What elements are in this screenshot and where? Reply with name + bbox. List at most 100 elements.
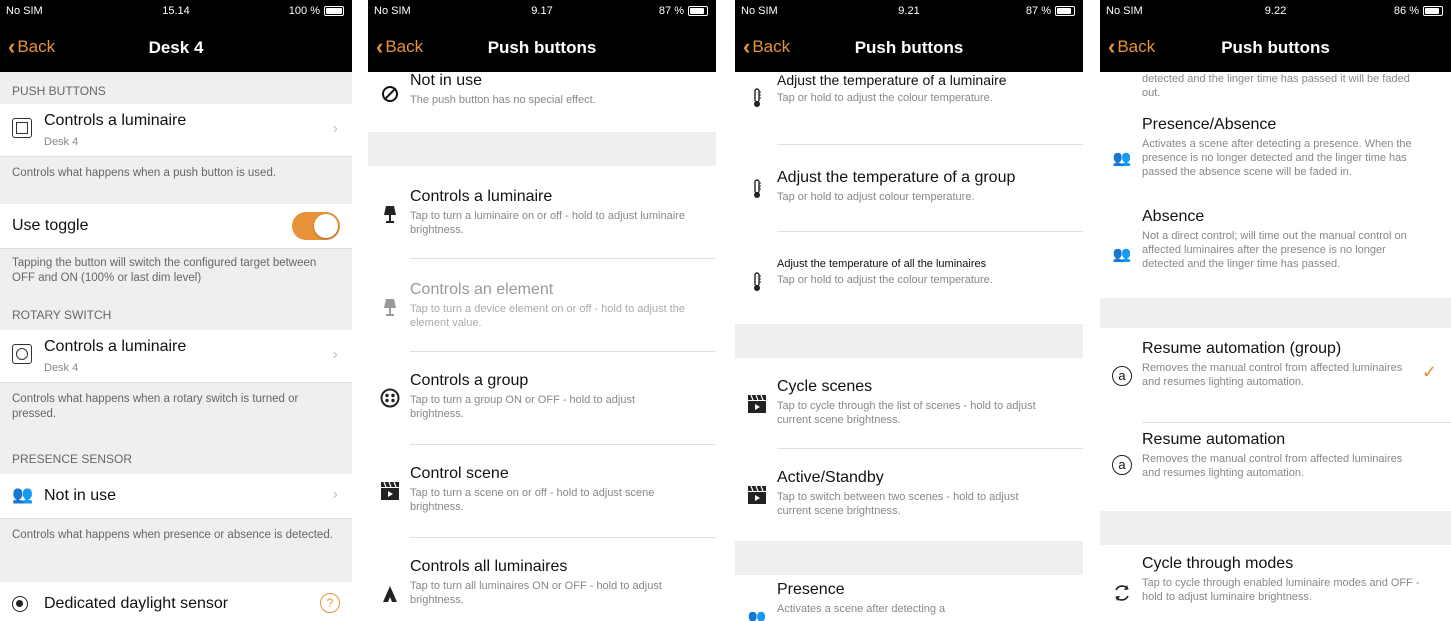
help-icon[interactable]: ?: [320, 593, 340, 613]
option-title: Absence: [1142, 208, 1205, 225]
battery-label: 100 %: [288, 5, 320, 17]
option-description: Tap to turn a luminaire on or off - hold…: [410, 210, 685, 236]
option-presence[interactable]: 👥 Presence Activates a scene after detect…: [735, 575, 1083, 621]
options-list: Adjust the temperature of a luminaire Tap…: [735, 72, 1083, 621]
option-presence-partial[interactable]: detected and the linger time has passed …: [1100, 72, 1451, 106]
battery-indicator: 87 %: [659, 5, 708, 17]
rotary-switch-subtitle: Desk 4: [44, 362, 79, 374]
battery-label: 87 %: [658, 5, 684, 17]
option-description: The push button has no special effect.: [410, 94, 596, 106]
absence-icon: 👥: [1112, 246, 1132, 263]
status-bar: No SIM 15.14 100 %: [0, 0, 352, 24]
section-header-push-buttons: PUSH BUTTONS: [12, 84, 106, 98]
option-description: Tap or hold to adjust the colour tempera…: [777, 274, 993, 286]
battery-indicator: 86 %: [1394, 5, 1443, 17]
option-temperature-all[interactable]: Adjust the temperature of all the lumina…: [735, 232, 1083, 324]
section-gap: [1100, 511, 1451, 545]
settings-list: PUSH BUTTONS Controls a luminaire Desk 4…: [0, 72, 352, 621]
option-controls-all-luminaires[interactable]: Controls all luminaires Tap to turn all l…: [368, 538, 716, 621]
option-title: Adjust the temperature of a luminaire: [777, 72, 1007, 88]
option-title: Controls a group: [410, 372, 529, 389]
push-button-icon: [12, 118, 32, 138]
rotary-switch-row[interactable]: Controls a luminaire Desk 4 ›: [0, 330, 352, 383]
option-title: Control scene: [410, 465, 509, 482]
screen-desk-4: No SIM 15.14 100 % ‹ Back Desk 4 PUSH BUT…: [0, 0, 352, 621]
options-list: detected and the linger time has passed …: [1100, 72, 1451, 621]
option-title: Presence: [777, 581, 845, 598]
option-absence[interactable]: 👥 Absence Not a direct control; will time…: [1100, 202, 1451, 296]
section-gap: [1100, 298, 1451, 328]
nav-bar: ‹ Back Push buttons: [735, 24, 1083, 72]
rotary-switch-icon: [12, 344, 32, 364]
use-toggle-label: Use toggle: [12, 217, 89, 234]
push-button-footer: Controls what happens when a push button…: [12, 167, 277, 179]
option-temperature-group[interactable]: Adjust the temperature of a group Tap or …: [735, 145, 1083, 231]
presence-sensor-footer: Controls what happens when presence or a…: [12, 529, 333, 541]
use-toggle-switch[interactable]: [292, 212, 340, 240]
option-controls-group[interactable]: Controls a group Tap to turn a group ON o…: [368, 352, 716, 444]
option-cycle-through-modes[interactable]: Cycle through modes Tap to cycle through …: [1100, 545, 1451, 621]
page-title: Desk 4: [148, 38, 204, 57]
option-description: Removes the manual control from affected…: [1142, 362, 1403, 388]
option-active-standby[interactable]: Active/Standby Tap to switch between two …: [735, 449, 1083, 541]
option-title: Adjust the temperature of all the lumina…: [777, 258, 987, 270]
daylight-sensor-row[interactable]: Dedicated daylight sensor ?: [0, 582, 352, 621]
option-controls-element[interactable]: Controls an element Tap to turn a device …: [368, 259, 716, 351]
daylight-sensor-title: Dedicated daylight sensor: [44, 595, 229, 612]
option-title: Adjust the temperature of a group: [777, 169, 1016, 186]
section-gap: [735, 541, 1083, 575]
option-control-scene[interactable]: Control scene Tap to turn a scene on or o…: [368, 445, 716, 537]
use-toggle-footer: Tapping the button will switch the confi…: [12, 257, 317, 284]
luminaire-icon: [378, 202, 402, 226]
scene-icon: [378, 479, 402, 503]
status-bar: No SIM 9.21 87 %: [735, 0, 1083, 24]
battery-label: 86 %: [1393, 5, 1419, 17]
option-description: Tap to cycle through the list of scenes …: [777, 400, 1036, 426]
nav-bar: ‹ Back Push buttons: [1100, 24, 1451, 72]
option-description: Tap or hold to adjust the colour tempera…: [777, 92, 993, 104]
screen-push-buttons-3: No SIM 9.22 86 % ‹ Back Push buttons dete…: [1100, 0, 1451, 621]
push-button-subtitle: Desk 4: [44, 136, 79, 148]
battery-indicator: 87 %: [1026, 5, 1075, 17]
option-description: Tap to turn a device element on or off -…: [410, 303, 685, 329]
option-not-in-use[interactable]: Not in use The push button has no special…: [368, 72, 716, 132]
option-description: Removes the manual control from affected…: [1142, 453, 1403, 479]
automation-icon: a: [1110, 364, 1134, 388]
chevron-right-icon: ›: [332, 120, 338, 137]
cycle-icon: [1110, 581, 1134, 605]
presence-sensor-row[interactable]: 👥 Not in use ›: [0, 474, 352, 519]
nav-bar: ‹ Back Desk 4: [0, 24, 352, 72]
page-title: Push buttons: [487, 38, 597, 57]
option-temperature-luminaire[interactable]: Adjust the temperature of a luminaire Tap…: [735, 72, 1083, 144]
option-title: Resume automation (group): [1142, 340, 1342, 357]
page-title: Push buttons: [1221, 38, 1330, 57]
automation-icon: a: [1110, 453, 1134, 477]
option-title: Controls all luminaires: [410, 558, 568, 575]
presence-icon: 👥: [1112, 150, 1132, 167]
status-bar: No SIM 9.22 86 %: [1100, 0, 1451, 24]
option-resume-automation-group[interactable]: a Resume automation (group) Removes the m…: [1100, 328, 1451, 422]
section-gap: [368, 132, 716, 166]
option-cycle-scenes[interactable]: Cycle scenes Tap to cycle through the lis…: [735, 358, 1083, 448]
option-description: Tap or hold to adjust colour temperature…: [777, 191, 975, 203]
element-icon: [378, 295, 402, 319]
group-icon: [378, 386, 402, 410]
option-resume-automation[interactable]: a Resume automation Removes the manual co…: [1100, 423, 1451, 511]
option-description: Activates a scene after detecting a pres…: [1142, 138, 1412, 178]
scene-icon: [745, 483, 769, 507]
battery-label: 87 %: [1025, 5, 1051, 17]
option-title: Controls an element: [410, 281, 554, 298]
option-description: Tap to switch between two scenes - hold …: [777, 491, 1019, 517]
status-bar: No SIM 9.17 87 %: [368, 0, 716, 24]
option-description: Not a direct control; will time out the …: [1142, 230, 1407, 270]
option-description: Tap to cycle through enabled luminaire m…: [1142, 577, 1420, 603]
daylight-sensor-icon: [12, 596, 28, 612]
presence-icon: 👥: [12, 485, 34, 504]
option-title: Resume automation: [1142, 431, 1286, 448]
option-presence-absence[interactable]: 👥 Presence/Absence Activates a scene afte…: [1100, 110, 1451, 200]
battery-icon: [324, 6, 344, 16]
option-controls-luminaire[interactable]: Controls a luminaire Tap to turn a lumina…: [368, 166, 716, 258]
checkmark-icon: ✓: [1421, 362, 1437, 382]
presence-sensor-title: Not in use: [44, 487, 117, 504]
push-button-row[interactable]: Controls a luminaire Desk 4 ›: [0, 104, 352, 157]
